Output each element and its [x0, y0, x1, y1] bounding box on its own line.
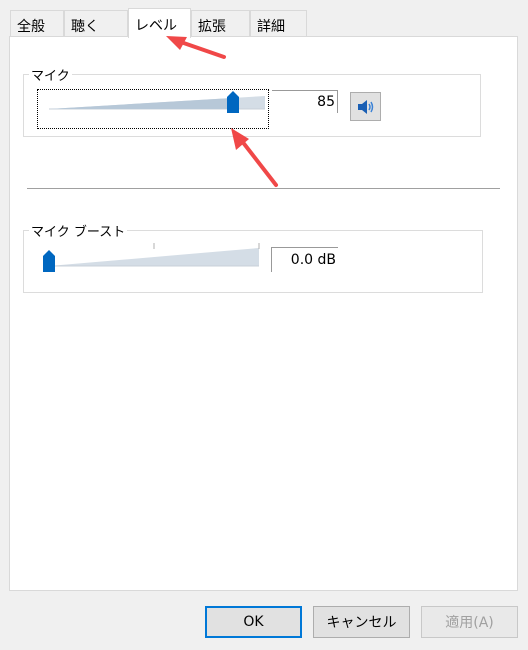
tab-general[interactable]: 全般 — [10, 10, 64, 37]
divider — [27, 188, 500, 189]
mute-toggle-button[interactable] — [350, 92, 381, 121]
mic-slider-thumb[interactable] — [226, 91, 240, 115]
mic-boost-slider-track — [49, 243, 260, 267]
tab-advanced[interactable]: 詳細 — [250, 10, 307, 37]
mic-boost-slider-thumb[interactable] — [42, 250, 56, 274]
cancel-button[interactable]: キャンセル — [313, 606, 410, 638]
ok-button[interactable]: OK — [205, 606, 302, 638]
tab-general-label: 全般 — [17, 19, 45, 35]
mic-group-title: マイク — [29, 65, 72, 84]
tab-enhancements[interactable]: 拡張 — [191, 10, 250, 37]
mic-boost-slider[interactable] — [37, 240, 261, 274]
tab-levels-label: レベル — [135, 18, 177, 34]
mic-boost-value[interactable]: 0.0 dB — [271, 247, 338, 272]
speaker-icon — [357, 99, 373, 114]
ok-button-label: OK — [243, 614, 264, 630]
tab-enhancements-label: 拡張 — [198, 19, 226, 35]
apply-button[interactable]: 適用(A) — [421, 606, 518, 638]
cancel-button-label: キャンセル — [326, 615, 397, 631]
apply-button-label: 適用(A) — [445, 615, 494, 631]
mic-volume-value[interactable]: 85 — [272, 90, 338, 113]
tab-listen[interactable]: 聴く — [64, 10, 128, 37]
levels-panel: マイク 85 マイク ブースト 0.0 dB — [9, 36, 518, 591]
tab-advanced-label: 詳細 — [257, 19, 285, 35]
mic-volume-slider[interactable] — [37, 89, 269, 129]
tab-listen-label: 聴く — [71, 19, 99, 35]
tab-levels[interactable]: レベル — [128, 8, 191, 38]
mic-boost-group-title: マイク ブースト — [29, 221, 128, 240]
